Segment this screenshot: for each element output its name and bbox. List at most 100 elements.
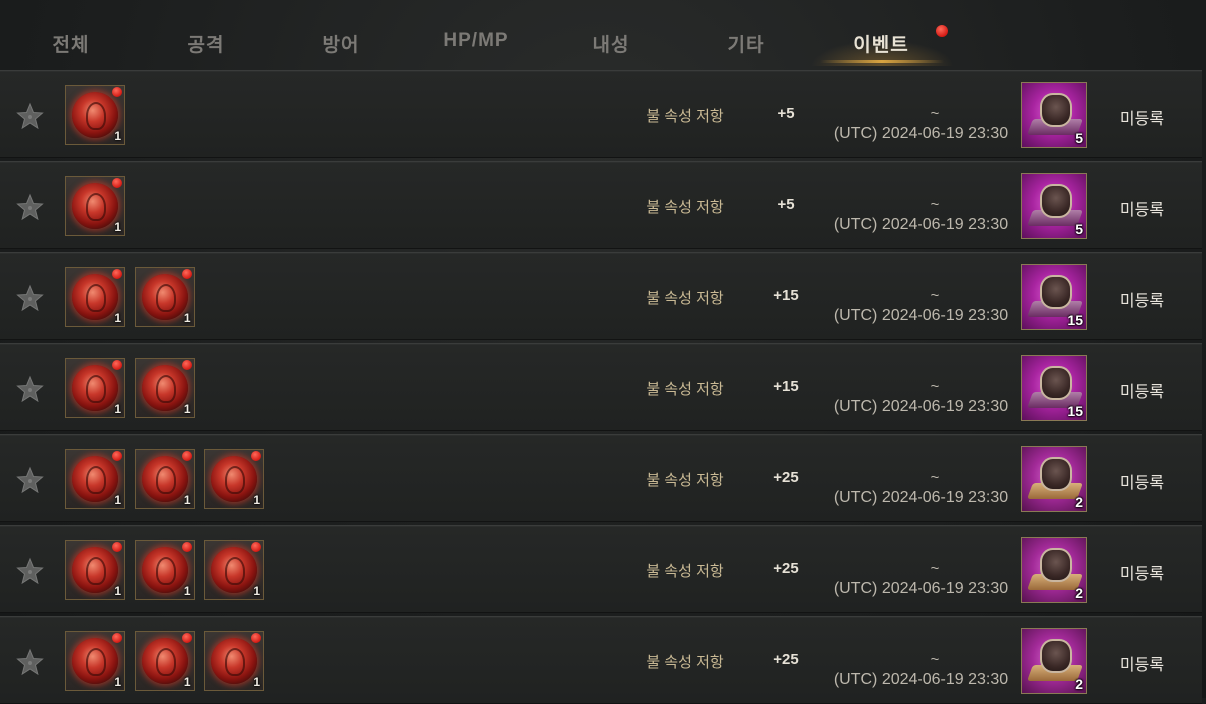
period-tilde: ~ <box>930 378 940 395</box>
reward-slot[interactable]: 15 <box>1021 264 1087 330</box>
material-slot[interactable]: 1 <box>65 176 125 236</box>
collection-row[interactable]: 1 불 속성 저항 +5 ~ (UTC) 2024-06-19 23:30 5 미등록 <box>0 161 1202 249</box>
reward-slot[interactable]: 5 <box>1021 173 1087 239</box>
material-slot[interactable]: 1 <box>204 449 264 509</box>
material-slot[interactable]: 1 <box>204 540 264 600</box>
favorite-star-icon[interactable] <box>16 648 44 676</box>
material-alert-dot <box>112 178 122 188</box>
favorite-star-icon[interactable] <box>16 284 44 312</box>
collection-row[interactable]: 1 1 불 속성 저항 +15 ~ (UTC) 2024-06-19 23:30 15 미등록 <box>0 343 1202 431</box>
material-alert-dot <box>251 451 261 461</box>
reward-count: 5 <box>1075 221 1083 237</box>
period-end-date: (UTC) 2024-06-19 23:30 <box>833 216 1009 233</box>
favorite-star-icon[interactable] <box>16 102 44 130</box>
period-tilde: ~ <box>930 105 940 122</box>
stat-name: 불 속성 저항 <box>646 199 724 216</box>
charm-scroll-icon <box>1040 639 1072 673</box>
charm-icon <box>1040 366 1072 400</box>
stat-name: 불 속성 저항 <box>646 563 724 580</box>
material-count: 1 <box>183 493 191 507</box>
stat-value: +25 <box>773 560 799 577</box>
material-count: 1 <box>253 493 260 507</box>
fire-orb-icon <box>72 183 118 229</box>
material-count: 1 <box>183 311 191 325</box>
material-count: 1 <box>114 675 121 689</box>
material-count: 1 <box>114 220 121 234</box>
charm-scroll-icon <box>1040 457 1072 491</box>
stat-value: +15 <box>773 378 799 395</box>
material-slot[interactable]: 1 <box>204 631 264 691</box>
reward-slot[interactable]: 2 <box>1021 628 1087 694</box>
charm-scroll-icon <box>1040 548 1072 582</box>
material-alert-dot <box>112 360 122 370</box>
material-count: 1 <box>183 584 191 598</box>
registration-status: 미등록 <box>1119 293 1165 310</box>
registration-status: 미등록 <box>1119 475 1165 492</box>
material-slot[interactable]: 1 <box>134 449 195 509</box>
material-alert-dot <box>112 269 122 279</box>
favorite-star-icon[interactable] <box>16 375 44 403</box>
material-alert-dot <box>181 360 192 370</box>
collection-row[interactable]: 1 1 불 속성 저항 +15 ~ (UTC) 2024-06-19 23:30 15 미등록 <box>0 252 1202 340</box>
material-slot[interactable]: 1 <box>134 631 195 691</box>
period-end-date: (UTC) 2024-06-19 23:30 <box>833 580 1009 597</box>
material-slot[interactable]: 1 <box>134 358 195 418</box>
charm-icon <box>1040 275 1072 309</box>
material-slot[interactable]: 1 <box>134 267 195 327</box>
period-tilde: ~ <box>930 196 940 213</box>
favorite-star-icon[interactable] <box>16 466 44 494</box>
fire-orb-icon <box>141 274 188 320</box>
collection-row[interactable]: 1 1 1 불 속성 저항 +25 ~ (UTC) 2024-06-19 23:30 2 미등록 <box>0 616 1202 704</box>
material-slot[interactable]: 1 <box>65 358 125 418</box>
material-alert-dot <box>181 633 192 643</box>
material-alert-dot <box>181 451 192 461</box>
registration-status: 미등록 <box>1119 384 1165 401</box>
material-slot[interactable]: 1 <box>65 631 125 691</box>
reward-slot[interactable]: 2 <box>1021 446 1087 512</box>
charm-icon <box>1040 93 1072 127</box>
registration-status: 미등록 <box>1119 657 1165 674</box>
collection-row[interactable]: 1 1 1 불 속성 저항 +25 ~ (UTC) 2024-06-19 23:30 2 미등록 <box>0 525 1202 613</box>
collection-row[interactable]: 1 불 속성 저항 +5 ~ (UTC) 2024-06-19 23:30 5 미등록 <box>0 70 1202 158</box>
stat-name: 불 속성 저항 <box>646 654 724 671</box>
reward-count: 15 <box>1067 312 1083 328</box>
reward-count: 2 <box>1075 494 1083 510</box>
material-slot[interactable]: 1 <box>134 540 195 600</box>
active-tab-underline <box>820 60 944 63</box>
tab-attack[interactable]: 공격 <box>146 30 266 57</box>
material-count: 1 <box>114 493 121 507</box>
fire-orb-icon <box>211 456 257 502</box>
material-alert-dot <box>181 269 192 279</box>
tab-etc[interactable]: 기타 <box>686 30 806 57</box>
tab-resistance[interactable]: 내성 <box>551 30 671 57</box>
fire-orb-icon <box>141 547 188 593</box>
reward-slot[interactable]: 15 <box>1021 355 1087 421</box>
stat-name: 불 속성 저항 <box>646 290 724 307</box>
material-slot[interactable]: 1 <box>65 85 125 145</box>
period-tilde: ~ <box>930 560 940 577</box>
stat-name: 불 속성 저항 <box>646 381 724 398</box>
period-tilde: ~ <box>930 651 940 668</box>
fire-orb-icon <box>72 365 118 411</box>
reward-slot[interactable]: 2 <box>1021 537 1087 603</box>
reward-slot[interactable]: 5 <box>1021 82 1087 148</box>
collection-row[interactable]: 1 1 1 불 속성 저항 +25 ~ (UTC) 2024-06-19 23:30 2 미등록 <box>0 434 1202 522</box>
material-slot[interactable]: 1 <box>65 267 125 327</box>
fire-orb-icon <box>211 638 257 684</box>
tab-defense[interactable]: 방어 <box>281 30 401 57</box>
material-slot[interactable]: 1 <box>65 449 125 509</box>
tab-hp-mp[interactable]: HP/MP <box>416 30 536 52</box>
favorite-star-icon[interactable] <box>16 193 44 221</box>
stat-value: +15 <box>773 287 799 304</box>
material-count: 1 <box>114 402 121 416</box>
period-tilde: ~ <box>930 469 940 486</box>
fire-orb-icon <box>141 638 188 684</box>
material-alert-dot <box>112 633 122 643</box>
favorite-star-icon[interactable] <box>16 557 44 585</box>
material-count: 1 <box>183 675 191 689</box>
material-slot[interactable]: 1 <box>65 540 125 600</box>
fire-orb-icon <box>72 638 118 684</box>
tab-event[interactable]: 이벤트 <box>821 30 941 57</box>
tab-all[interactable]: 전체 <box>11 30 131 57</box>
reward-count: 2 <box>1075 676 1083 692</box>
